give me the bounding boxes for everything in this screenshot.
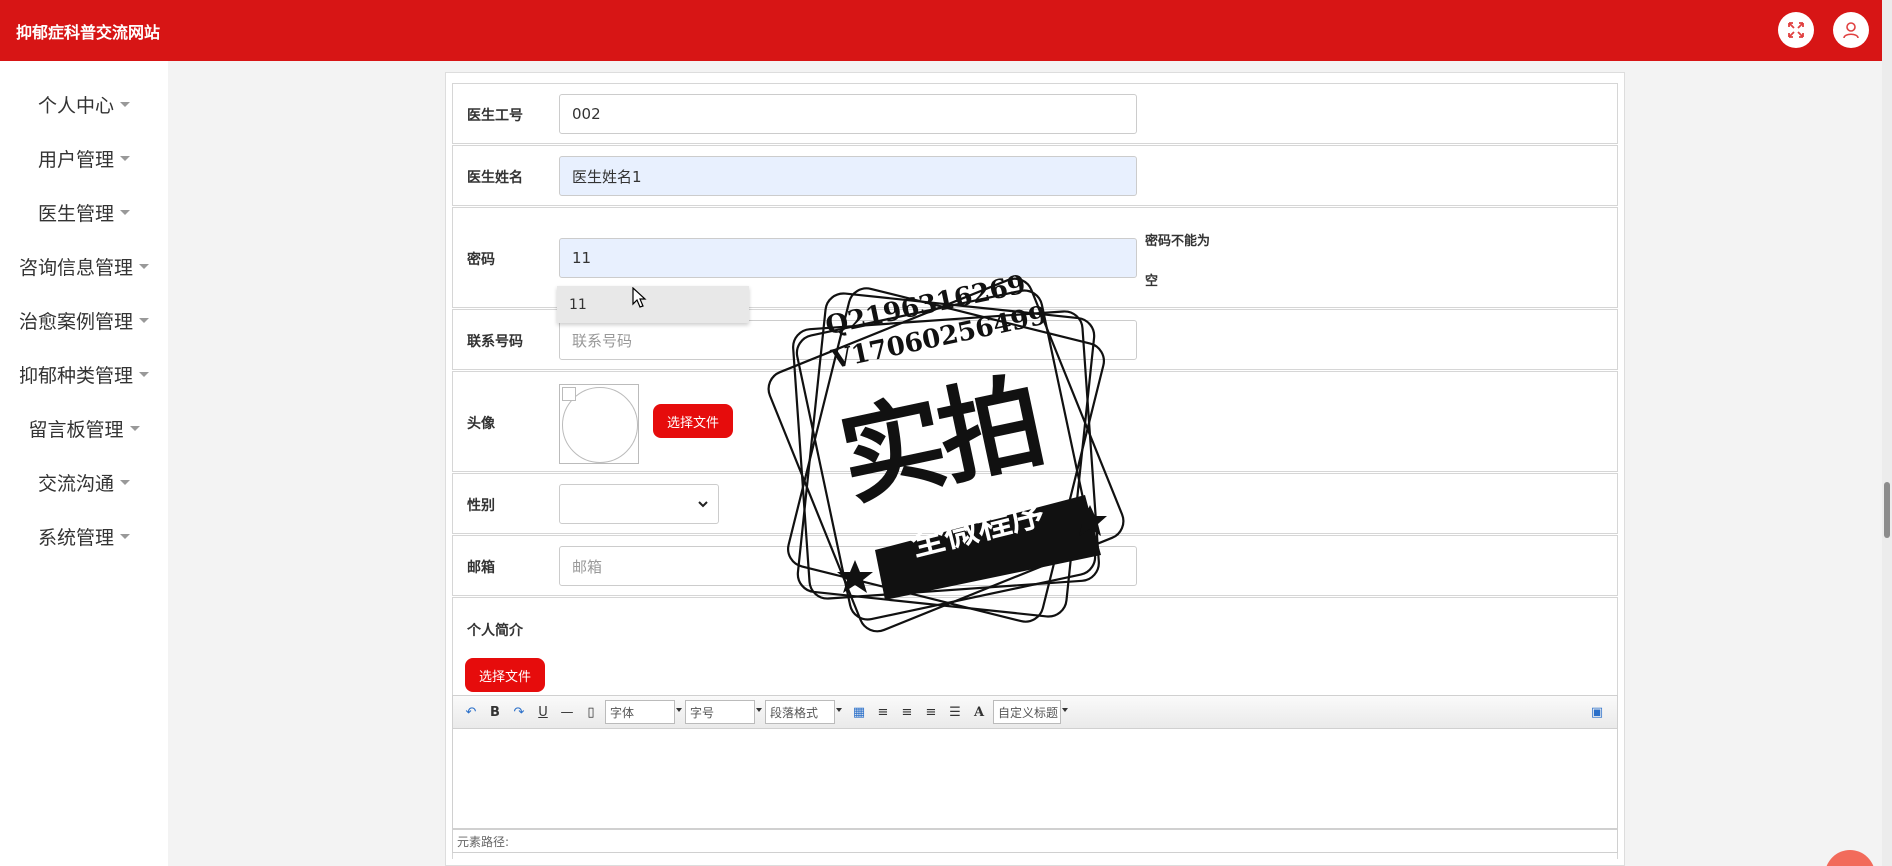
floating-action-button[interactable] (1825, 850, 1875, 866)
redo-icon[interactable]: ↷ (509, 702, 529, 722)
sidebar-item-label: 抑郁种类管理 (18, 364, 133, 387)
bold-button[interactable]: B (485, 702, 505, 722)
doctor-name-label: 医生姓名 (467, 170, 523, 186)
align-right-icon[interactable]: ≡ (897, 702, 917, 722)
paragraph-format-label: 段落格式 (770, 705, 819, 720)
table-icon[interactable]: ▦ (849, 702, 869, 722)
underline-button[interactable]: U (533, 702, 553, 722)
font-family-label: 字体 (610, 705, 635, 720)
caret-down-icon (120, 479, 130, 485)
custom-title-select[interactable]: 自定义标题 (993, 700, 1068, 724)
password-autocomplete-suggestion[interactable]: 11 (557, 286, 749, 323)
doctor-name-input[interactable]: 医生姓名1 (559, 156, 1137, 196)
avatar-preview (559, 384, 639, 464)
doctor-id-input[interactable]: 002 (559, 94, 1137, 134)
page-scrollbar[interactable] (1882, 0, 1892, 866)
font-color-button[interactable]: A (969, 702, 989, 722)
caret-down-icon (120, 155, 130, 161)
sidebar-item-label: 留言板管理 (28, 418, 124, 441)
font-size-select[interactable]: 字号 (685, 700, 762, 724)
sidebar-item-label: 交流沟通 (37, 472, 114, 495)
bio-choose-file-button[interactable]: 选择文件 (465, 658, 545, 692)
sidebar-item-consultation-management[interactable]: 咨询信息管理 (0, 246, 168, 286)
mouse-cursor-icon (632, 287, 647, 308)
fullscreen-editor-icon[interactable]: ▣ (1587, 702, 1607, 722)
password-label: 密码 (467, 252, 495, 268)
watermark-stamp: Q2196316269 V17060256499 实拍 全微程序 (745, 250, 1147, 660)
doctor-id-label: 医生工号 (467, 108, 523, 124)
caret-down-icon (120, 209, 130, 215)
sidebar-item-message-board[interactable]: 留言板管理 (0, 408, 168, 448)
sidebar-item-user-management[interactable]: 用户管理 (0, 138, 168, 178)
phone-label: 联系号码 (467, 334, 523, 350)
gender-select[interactable] (559, 484, 719, 524)
sidebar-item-label: 个人中心 (37, 94, 114, 117)
font-size-label: 字号 (690, 705, 715, 720)
user-icon (1843, 22, 1859, 39)
caret-down-icon (120, 101, 130, 107)
fullscreen-button[interactable] (1778, 12, 1814, 48)
user-button[interactable] (1833, 12, 1869, 48)
horizontal-rule-icon[interactable]: — (557, 702, 577, 722)
bio-label: 个人简介 (467, 623, 523, 639)
sidebar-item-label: 系统管理 (37, 526, 114, 549)
chevron-down-icon (698, 501, 708, 508)
email-label: 邮箱 (467, 560, 495, 576)
scrollbar-thumb[interactable] (1884, 482, 1890, 538)
align-justify-icon[interactable]: ☰ (945, 702, 965, 722)
row-doctor-name: 医生姓名 医生姓名1 (452, 145, 1618, 206)
sidebar-item-label: 治愈案例管理 (18, 310, 133, 333)
sidebar-item-label: 咨询信息管理 (18, 256, 133, 279)
top-header: 抑郁症科普交流网站 (0, 0, 1892, 61)
sidebar-item-doctor-management[interactable]: 医生管理 (0, 192, 168, 232)
font-family-select[interactable]: 字体 (605, 700, 682, 724)
editor-toolbar: ↶ B ↷ U — ▯ 字体 字号 段落格式 ▦ ≡ ≡ ≡ ☰ A 自定义标题… (452, 695, 1618, 729)
sidebar-item-personal-center[interactable]: 个人中心 (0, 84, 168, 124)
sidebar-item-system-management[interactable]: 系统管理 (0, 516, 168, 556)
sidebar: 个人中心 用户管理 医生管理 咨询信息管理 治愈案例管理 抑郁种类管理 留言板管… (0, 61, 168, 866)
sidebar-item-case-management[interactable]: 治愈案例管理 (0, 300, 168, 340)
caret-down-icon (139, 317, 149, 323)
dropdown-arrow-icon (836, 708, 842, 712)
site-title: 抑郁症科普交流网站 (16, 22, 161, 42)
avatar-choose-file-button[interactable]: 选择文件 (653, 404, 733, 438)
editor-content-area[interactable] (452, 729, 1618, 829)
sidebar-item-label: 医生管理 (37, 202, 114, 225)
custom-title-label: 自定义标题 (998, 705, 1059, 720)
undo-icon[interactable]: ↶ (461, 702, 481, 722)
gender-label: 性别 (467, 498, 495, 514)
caret-down-icon (139, 263, 149, 269)
sidebar-item-depression-type-management[interactable]: 抑郁种类管理 (0, 354, 168, 394)
fullscreen-icon (1788, 22, 1804, 38)
row-doctor-id: 医生工号 002 (452, 83, 1618, 144)
caret-down-icon (129, 425, 140, 431)
sidebar-item-label: 用户管理 (37, 148, 114, 171)
dropdown-arrow-icon (756, 708, 762, 712)
dropdown-arrow-icon (1062, 708, 1068, 712)
sidebar-item-communication[interactable]: 交流沟通 (0, 462, 168, 502)
paragraph-format-select[interactable]: 段落格式 (765, 700, 842, 724)
caret-down-icon (139, 371, 149, 377)
caret-down-icon (120, 533, 130, 539)
align-left-icon[interactable]: ≡ (873, 702, 893, 722)
align-center-icon[interactable]: ≡ (921, 702, 941, 722)
document-icon[interactable]: ▯ (581, 702, 601, 722)
editor-element-path: 元素路径: (452, 829, 1618, 853)
password-error-line1: 密码不能为 (1145, 234, 1211, 249)
broken-image-icon (562, 387, 576, 401)
dropdown-arrow-icon (676, 708, 682, 712)
avatar-label: 头像 (467, 416, 495, 432)
